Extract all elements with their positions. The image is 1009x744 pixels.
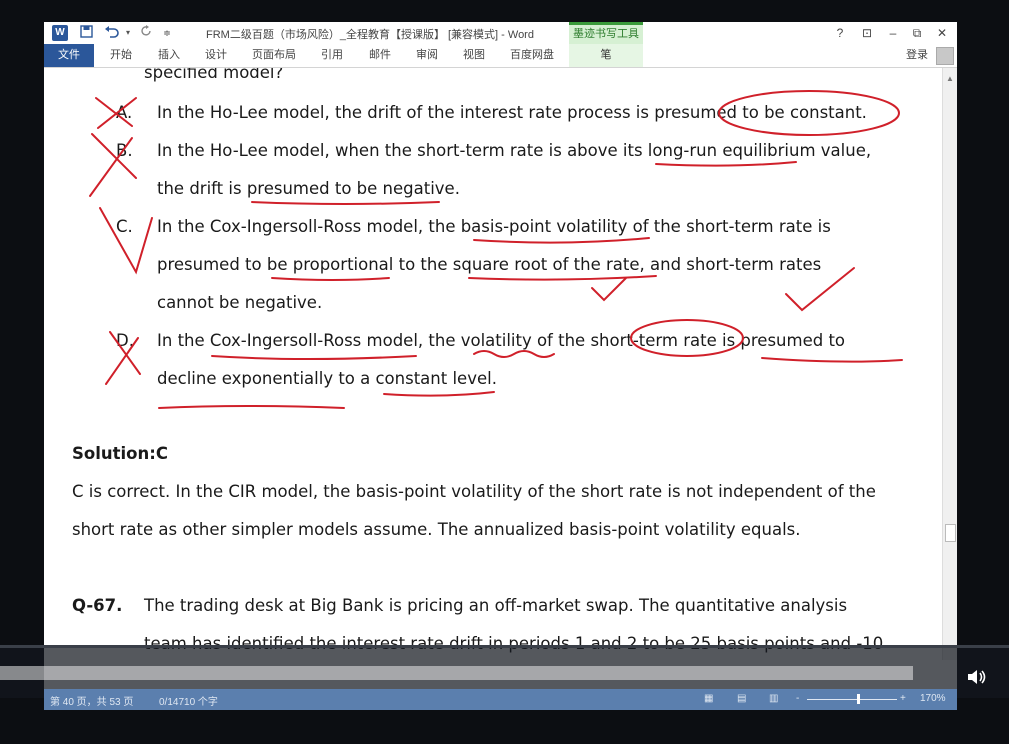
check-mark-annotation: [591, 277, 627, 302]
squiggle-annotation: [473, 350, 555, 358]
underline-annotation: [211, 355, 417, 360]
ribbon-display-options-icon[interactable]: ⊡: [856, 24, 878, 42]
underline-annotation: [761, 357, 903, 363]
help-icon[interactable]: ?: [829, 24, 851, 42]
tab-home[interactable]: 开始: [110, 44, 132, 67]
undo-dropdown-icon[interactable]: ▾: [124, 25, 132, 41]
status-bar: 第 40 页，共 53 页 0/14710 个字 ▦ ▤ ▥ - + 170%: [44, 689, 957, 710]
underline-annotation: [271, 277, 390, 281]
title-bar: W ▾ ≑ FRM二级百题（市场风险）_全程教育【授课版】 [兼容模式] - W…: [44, 22, 957, 44]
underline-annotation: [158, 405, 345, 409]
page-count[interactable]: 第 40 页，共 53 页: [50, 693, 133, 708]
avatar[interactable]: [936, 47, 954, 65]
underline-annotation: [468, 275, 657, 281]
restore-button[interactable]: ⧉: [906, 24, 928, 42]
read-mode-icon[interactable]: ▦: [704, 693, 713, 704]
ink-tools-group-label: 墨迹书写工具: [569, 22, 643, 44]
tab-references[interactable]: 引用: [321, 44, 343, 67]
zoom-level[interactable]: 170%: [920, 693, 946, 704]
solution-text-line2: short rate as other simpler models assum…: [72, 520, 801, 539]
tab-view[interactable]: 视图: [463, 44, 485, 67]
zoom-slider[interactable]: [807, 699, 897, 700]
underline-annotation: [655, 161, 797, 167]
tab-design[interactable]: 设计: [205, 44, 227, 67]
option-d-text-line2: decline exponentially to a constant leve…: [157, 369, 497, 388]
zoom-out-button[interactable]: -: [796, 693, 799, 704]
save-icon[interactable]: [78, 25, 94, 41]
question-number: Q-67.: [72, 596, 123, 615]
tab-mailings[interactable]: 邮件: [369, 44, 391, 67]
option-c-text-line1: In the Cox-Ingersoll-Ross model, the bas…: [157, 217, 831, 236]
option-c-letter: C.: [116, 217, 133, 236]
word-logo-icon: W: [52, 25, 68, 41]
underline-annotation: [383, 391, 495, 397]
option-d-text-line1: In the Cox-Ingersoll-Ross model, the vol…: [157, 331, 846, 350]
zoom-in-button[interactable]: +: [900, 693, 906, 704]
option-c-text-line2: presumed to be proportional to the squar…: [157, 255, 822, 274]
vertical-scrollbar[interactable]: ▲: [942, 68, 957, 660]
sign-in-link[interactable]: 登录: [906, 44, 928, 67]
document-page[interactable]: specified model? A. In the Ho-Lee model,…: [44, 68, 942, 660]
volume-icon[interactable]: [966, 668, 988, 691]
check-mark-annotation: [785, 267, 855, 312]
option-a-text: In the Ho-Lee model, the drift of the in…: [157, 103, 867, 122]
option-b-text-line1: In the Ho-Lee model, when the short-term…: [157, 141, 872, 160]
tab-file[interactable]: 文件: [44, 44, 94, 67]
ribbon-tab-row: 文件 开始 插入 设计 页面布局 引用 邮件 审阅 视图 百度网盘 笔 登录: [44, 44, 957, 68]
document-title: FRM二级百题（市场风险）_全程教育【授课版】 [兼容模式] - Word: [206, 29, 534, 41]
question-text-line1: The trading desk at Big Bank is pricing …: [144, 596, 848, 615]
option-d-letter: D.: [116, 331, 134, 350]
tab-baidu-netdisk[interactable]: 百度网盘: [510, 44, 554, 67]
underline-annotation: [251, 201, 440, 205]
tab-page-layout[interactable]: 页面布局: [252, 44, 296, 67]
tab-pen[interactable]: 笔: [569, 44, 643, 67]
tab-review[interactable]: 审阅: [416, 44, 438, 67]
option-b-letter: B.: [116, 141, 133, 160]
underline-annotation: [473, 237, 650, 244]
scroll-up-icon[interactable]: ▲: [943, 72, 957, 86]
option-c-text-line3: cannot be negative.: [157, 293, 323, 312]
option-b-text-line2: the drift is presumed to be negative.: [157, 179, 460, 198]
customize-qat-icon[interactable]: ≑: [162, 25, 172, 41]
print-layout-icon[interactable]: ▤: [737, 693, 746, 704]
minimize-button[interactable]: –: [882, 24, 904, 42]
horizontal-scrollbar[interactable]: [0, 666, 913, 680]
solution-text-line1: C is correct. In the CIR model, the basi…: [72, 482, 876, 501]
redo-icon[interactable]: [138, 25, 154, 41]
web-layout-icon[interactable]: ▥: [769, 693, 778, 704]
tab-insert[interactable]: 插入: [158, 44, 180, 67]
solution-heading: Solution:C: [72, 444, 168, 463]
close-button[interactable]: ✕: [931, 24, 953, 42]
zoom-slider-thumb[interactable]: [857, 694, 860, 704]
undo-icon[interactable]: [102, 25, 122, 41]
option-a-letter: A.: [116, 103, 133, 122]
word-count[interactable]: 0/14710 个字: [159, 693, 218, 708]
question-stem-partial: specified model?: [144, 68, 284, 82]
word-window: W ▾ ≑ FRM二级百题（市场风险）_全程教育【授课版】 [兼容模式] - W…: [44, 22, 957, 710]
scrollbar-thumb[interactable]: [945, 524, 956, 542]
